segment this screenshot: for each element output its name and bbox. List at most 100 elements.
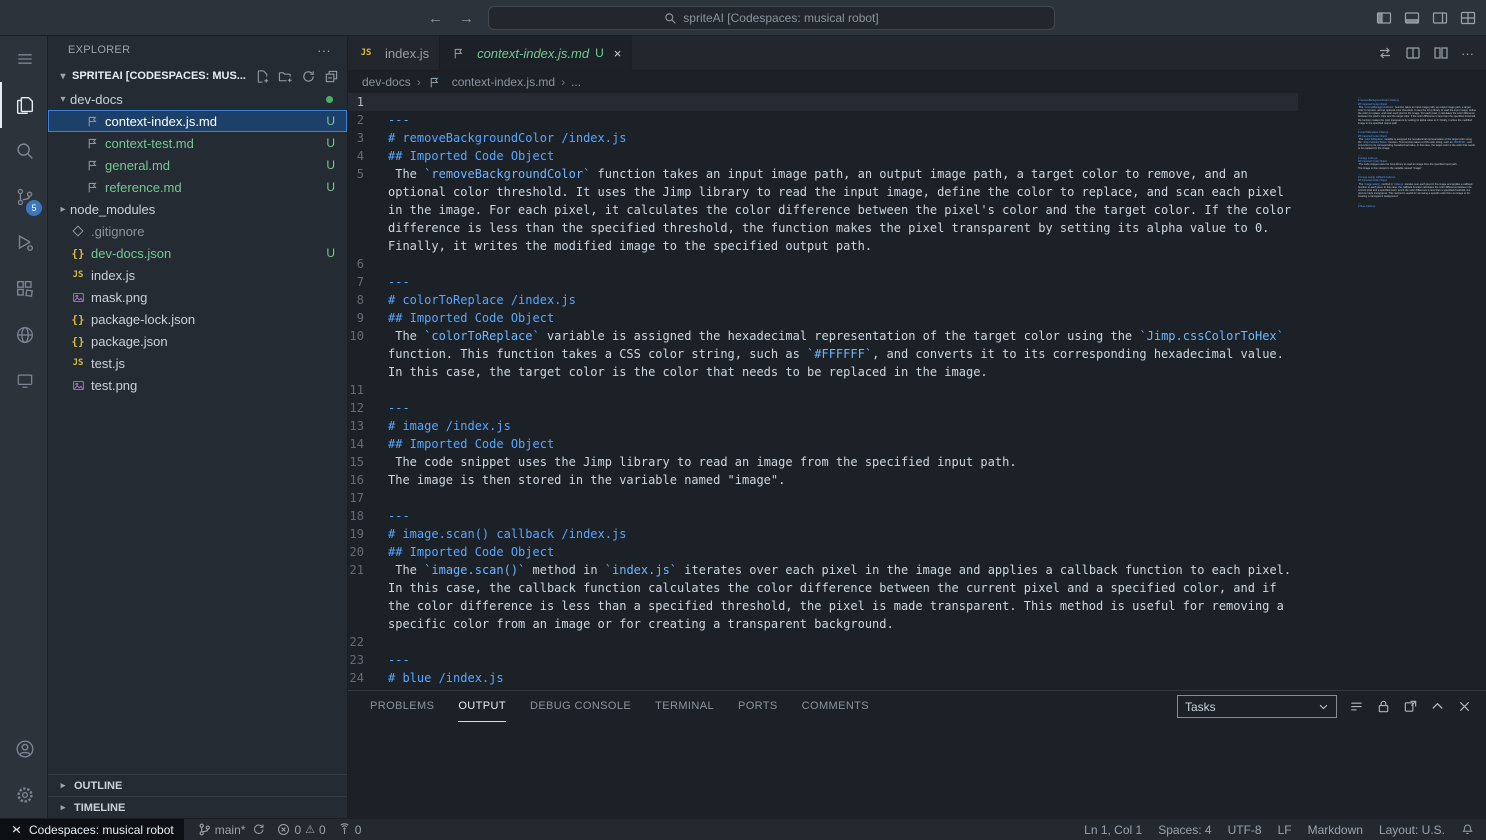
line-text[interactable]: ## Imported Code Object [388,435,1298,453]
panel-tab-terminal[interactable]: TERMINAL [655,691,714,722]
toggle-secondary-sidebar-icon[interactable] [1432,10,1448,26]
file-row-general.md[interactable]: general.mdU [48,154,347,176]
line-text[interactable]: --- [388,111,1298,129]
collapse-all-icon[interactable] [324,69,339,84]
line-text[interactable]: # image /index.js [388,417,1298,435]
line-text[interactable]: The `colorToReplace` variable is assigne… [388,327,1298,381]
file-row-index.js[interactable]: JSindex.js [48,264,347,286]
line-text[interactable]: # blue /index.js [388,669,1298,687]
lock-icon[interactable] [1376,699,1391,714]
file-row-test.png[interactable]: test.png [48,374,347,396]
file-row-.gitignore[interactable]: .gitignore [48,220,347,242]
encoding[interactable]: UTF-8 [1228,823,1262,837]
maximize-panel-icon[interactable] [1430,699,1445,714]
tab-context-index.js.md[interactable]: context-index.js.mdU× [440,36,632,70]
code-editor[interactable]: 12---3# removeBackgroundColor /index.js4… [348,93,1486,690]
panel-tab-ports[interactable]: PORTS [738,691,778,722]
remote-explorer-icon[interactable] [0,358,47,404]
explorer-icon[interactable] [0,82,47,128]
timeline-section[interactable]: ▸ TIMELINE [48,796,347,818]
customize-layout-icon[interactable] [1460,10,1476,26]
line-text[interactable]: # colorToReplace /index.js [388,291,1298,309]
file-row-dev-docs[interactable]: ▾dev-docs [48,88,347,110]
file-row-context-index.js.md[interactable]: context-index.js.mdU [48,110,347,132]
close-tab-icon[interactable]: × [614,46,622,61]
ports-indicator[interactable]: 0 [332,819,368,840]
source-control-icon[interactable]: 5 [0,174,47,220]
file-row-package-lock.json[interactable]: {}package-lock.json [48,308,347,330]
panel-tab-comments[interactable]: COMMENTS [802,691,869,722]
new-file-icon[interactable] [255,69,270,84]
line-text[interactable] [388,381,1298,399]
breadcrumb-...[interactable]: ... [571,75,581,89]
line-text[interactable] [388,633,1298,651]
panel-tab-debug-console[interactable]: DEBUG CONSOLE [530,691,631,722]
clear-output-icon[interactable] [1349,699,1364,714]
tab-index.js[interactable]: JSindex.js [348,36,440,70]
file-row-test.js[interactable]: JStest.js [48,352,347,374]
toggle-panel-icon[interactable] [1404,10,1420,26]
line-text[interactable]: The `removeBackgroundColor` function tak… [388,165,1298,255]
line-text[interactable]: ## Imported Code Object [388,309,1298,327]
breadcrumb-context-index.js.md[interactable]: context-index.js.md [427,74,555,90]
language-mode[interactable]: Markdown [1308,823,1363,837]
line-text[interactable]: The `image.scan()` method in `index.js` … [388,561,1298,633]
line-text[interactable]: ## Imported Code Object [388,543,1298,561]
close-panel-icon[interactable] [1457,699,1472,714]
eol-sequence[interactable]: LF [1278,823,1292,837]
branch-indicator[interactable]: main* [192,819,272,840]
line-text[interactable]: # removeBackgroundColor /index.js [388,129,1298,147]
toggle-sidebar-icon[interactable] [1376,10,1392,26]
open-output-in-editor-icon[interactable] [1403,699,1418,714]
account-icon[interactable] [0,726,47,772]
line-text[interactable] [388,489,1298,507]
file-row-package.json[interactable]: {}package.json [48,330,347,352]
menu-icon[interactable] [0,36,47,82]
workspace-section-header[interactable]: ▾ SPRITEAI [CODESPACES: MUS... [48,64,347,88]
line-text[interactable]: --- [388,273,1298,291]
back-button[interactable]: ← [428,10,443,27]
output-panel-body[interactable] [348,722,1486,819]
cursor-position[interactable]: Ln 1, Col 1 [1084,823,1142,837]
open-preview-icon[interactable] [1405,45,1421,61]
file-row-context-test.md[interactable]: context-test.mdU [48,132,347,154]
indentation[interactable]: Spaces: 4 [1158,823,1211,837]
line-text[interactable]: ## Imported Code Object [388,147,1298,165]
search-icon[interactable] [0,128,47,174]
breadcrumb-dev-docs[interactable]: dev-docs [362,75,411,89]
minimap[interactable]: 12---3# removeBackgroundColor /index.js4… [1358,93,1478,690]
command-center-search[interactable]: spriteAI [Codespaces: musical robot] [488,6,1055,30]
file-row-dev-docs.json[interactable]: {}dev-docs.jsonU [48,242,347,264]
line-text[interactable]: The code snippet uses the Jimp library t… [388,453,1298,471]
file-row-reference.md[interactable]: reference.mdU [48,176,347,198]
remote-indicator[interactable]: Codespaces: musical robot [0,819,184,840]
keyboard-layout[interactable]: Layout: U.S. [1379,823,1445,837]
refresh-icon[interactable] [301,69,316,84]
extensions-icon[interactable] [0,266,47,312]
more-actions-icon[interactable]: ··· [1461,46,1474,61]
explorer-more-actions-icon[interactable]: ··· [317,43,331,58]
line-text[interactable] [388,255,1298,273]
outline-section[interactable]: ▸ OUTLINE [48,774,347,796]
line-text[interactable]: --- [388,399,1298,417]
new-folder-icon[interactable] [278,69,293,84]
line-text[interactable] [388,93,1298,111]
line-text[interactable]: --- [388,651,1298,669]
settings-gear-icon[interactable] [0,772,47,818]
output-channel-select[interactable]: Tasks [1177,695,1337,718]
line-text[interactable]: --- [388,507,1298,525]
open-changes-icon[interactable] [1377,45,1393,61]
file-row-mask.png[interactable]: mask.png [48,286,347,308]
file-row-node_modules[interactable]: ▸node_modules [48,198,347,220]
forward-button[interactable]: → [459,10,474,27]
split-editor-icon[interactable] [1433,45,1449,61]
globe-icon[interactable] [0,312,47,358]
panel-tab-problems[interactable]: PROBLEMS [370,691,434,722]
problems-indicator[interactable]: 0 ⚠ 0 [271,819,331,840]
run-debug-icon[interactable] [0,220,47,266]
line-text[interactable]: # image.scan() callback /index.js [388,525,1298,543]
chevron-down-icon[interactable]: ▾ [56,94,70,105]
chevron-right-icon[interactable]: ▸ [56,204,70,215]
panel-tab-output[interactable]: OUTPUT [458,691,506,722]
notifications-bell-icon[interactable] [1461,823,1474,836]
